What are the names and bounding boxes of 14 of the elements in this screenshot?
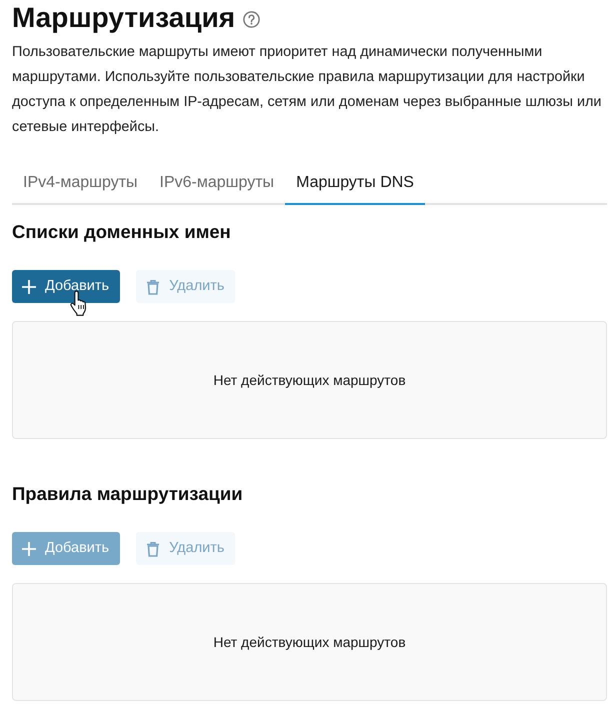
empty-message: Нет действующих маршрутов: [213, 632, 406, 652]
tab[interactable]: Маршруты DNS: [285, 163, 425, 205]
description-text: Пользовательские маршруты имеют приоритет над динамически полученными маршрутами. Используйте пользовательские правила маршрутизации для настройки доступа к определенным IP-адресам, сетям или доменам через выбранные шлюзы или сетевые интерфейсы.: [12, 43, 602, 137]
plus-icon: [21, 540, 37, 556]
tab[interactable]: IPv4-маршруты: [12, 163, 149, 205]
empty-message: Нет действующих маршрутов: [213, 370, 406, 390]
tab[interactable]: IPv6-маршруты: [148, 163, 286, 205]
plus-icon: [21, 278, 37, 294]
page-title: Маршрутизация: [12, 1, 236, 35]
section-title: Списки доменных имен: [12, 220, 232, 244]
section-title: Правила маршрутизации: [12, 482, 244, 506]
trash-icon: [145, 278, 162, 294]
help-icon: [243, 11, 260, 28]
trash-icon: [145, 540, 162, 556]
